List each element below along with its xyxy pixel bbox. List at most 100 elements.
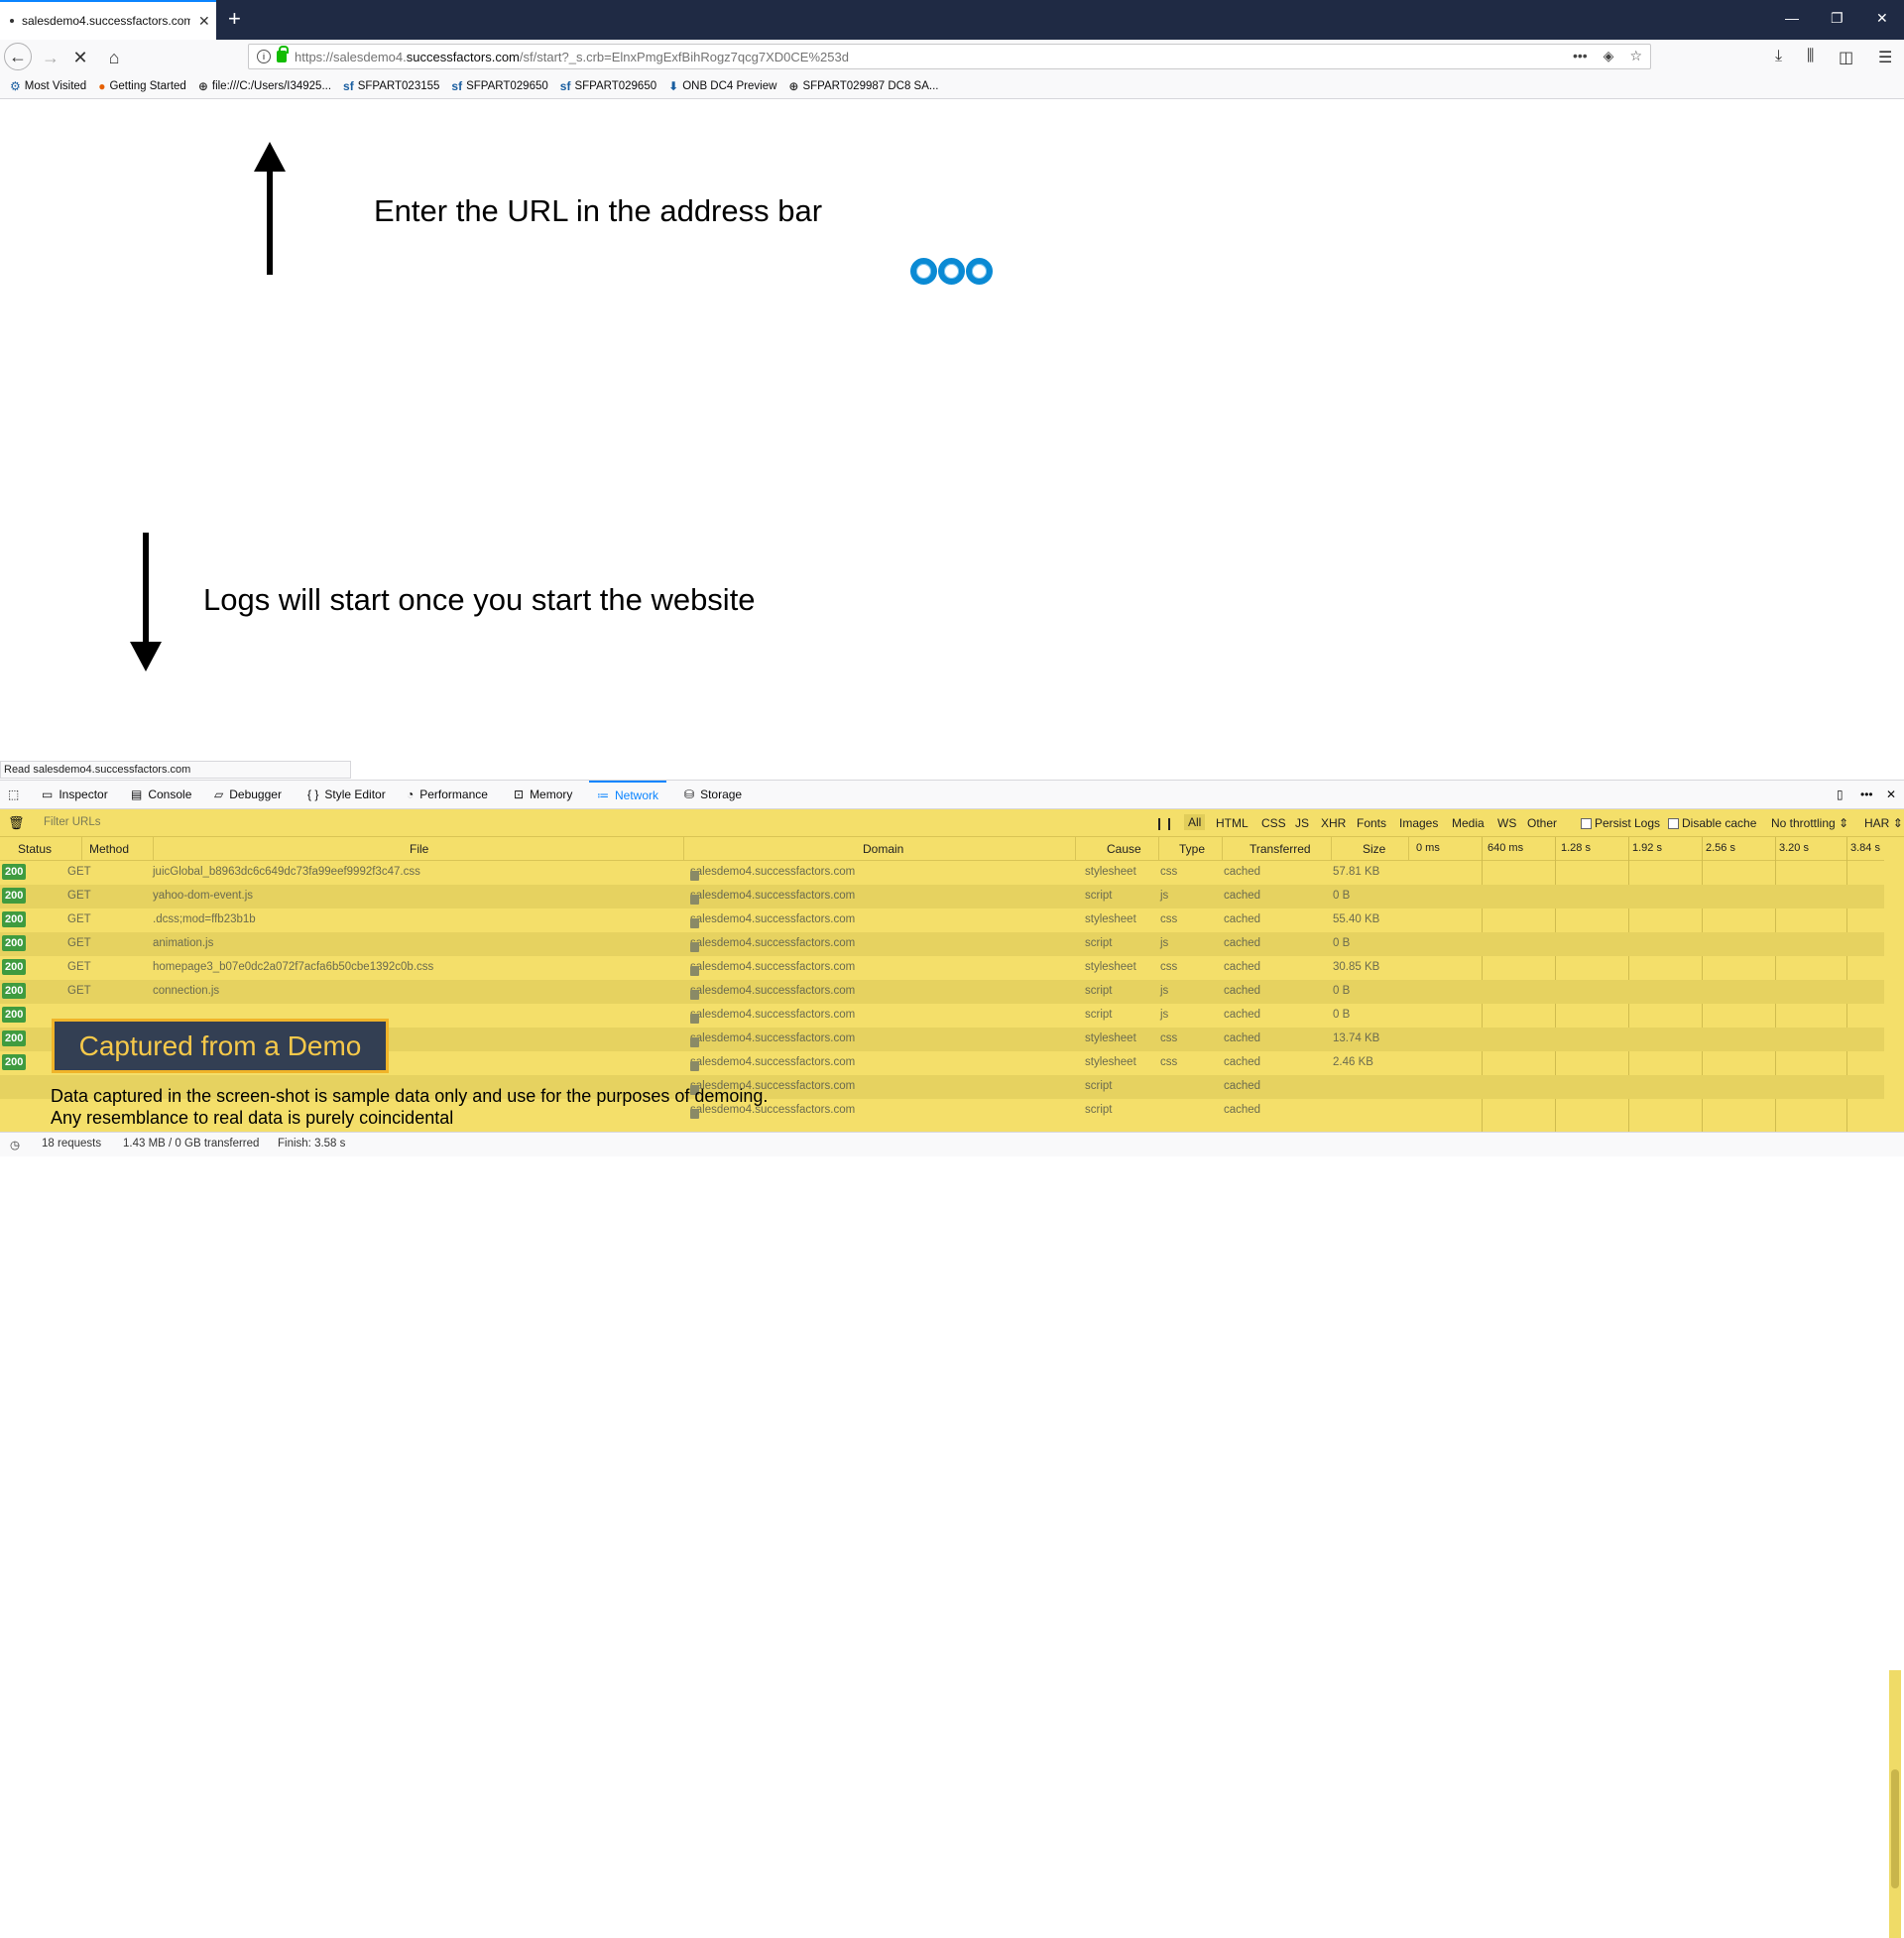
filter-images[interactable]: Images xyxy=(1399,816,1438,830)
pocket-icon[interactable]: ◈ xyxy=(1604,48,1614,64)
bookmark-star-icon[interactable]: ☆ xyxy=(1629,48,1642,64)
forward-icon[interactable]: → xyxy=(38,45,63,70)
request-cause: script xyxy=(1085,985,1113,997)
table-row[interactable]: 200 GET animation.js script js cached 0 B sales… xyxy=(0,932,1884,956)
request-size: 13.74 KB xyxy=(1333,1032,1380,1044)
table-row[interactable]: 200 GET homepage3_b07e0dc2a072f7acfa6b50cb… xyxy=(0,956,1884,980)
element-picker-icon[interactable]: ⬚ xyxy=(8,781,19,808)
scrollbar-thumb[interactable] xyxy=(1891,1769,1899,1888)
timeline-tick: 1.28 s xyxy=(1561,842,1591,854)
request-domain: salesdemo4.successfactors.com xyxy=(690,961,855,976)
new-tab-icon[interactable]: + xyxy=(228,6,241,32)
bookmark-item[interactable]: ⚙ Most Visited xyxy=(10,79,86,93)
filter-urls-input[interactable]: Filter URLs xyxy=(44,816,101,828)
tab-title: salesdemo4.successfactors.com xyxy=(22,14,190,28)
demo-disclaimer: Data captured in the screen-shot is samp… xyxy=(51,1085,768,1129)
column-status[interactable]: Status xyxy=(18,842,52,856)
bookmark-item[interactable]: ⊕ file:///C:/Users/I34925... xyxy=(198,79,331,93)
filter-css[interactable]: CSS xyxy=(1261,816,1286,830)
request-domain: salesdemo4.successfactors.com xyxy=(690,913,855,928)
home-icon[interactable]: ⌂ xyxy=(101,45,127,70)
column-type[interactable]: Type xyxy=(1179,842,1205,856)
downloads-icon[interactable]: ⤓ xyxy=(1775,48,1782,65)
tab-network[interactable]: ≔ Network xyxy=(589,781,667,808)
tab-debugger[interactable]: ▱ Debugger xyxy=(214,781,282,808)
bookmark-item[interactable]: sf SFPART029650 xyxy=(451,79,547,93)
timeline-tick: 640 ms xyxy=(1488,842,1524,854)
back-icon[interactable]: ← xyxy=(4,43,32,70)
filter-js[interactable]: JS xyxy=(1295,816,1309,830)
filter-xhr[interactable]: XHR xyxy=(1321,816,1346,830)
filter-fonts[interactable]: Fonts xyxy=(1357,816,1386,830)
tab-memory[interactable]: ⊡ Memory xyxy=(514,781,572,808)
firefox-icon: ● xyxy=(98,78,106,93)
bookmark-item[interactable]: ● Getting Started xyxy=(98,79,186,93)
menu-icon[interactable]: ☰ xyxy=(1878,48,1892,67)
page-actions-icon[interactable]: ••• xyxy=(1573,48,1588,64)
table-row[interactable]: 200 GET connection.js script js cached 0 B sale… xyxy=(0,980,1884,1004)
throttling-select[interactable]: No throttling ⇕ xyxy=(1771,816,1848,830)
sidebar-icon[interactable]: ◫ xyxy=(1839,48,1853,67)
stop-icon[interactable]: ✕ xyxy=(67,45,93,70)
column-transferred[interactable]: Transferred xyxy=(1250,842,1311,856)
bookmark-item[interactable]: sf SFPART029650 xyxy=(560,79,656,93)
column-domain[interactable]: Domain xyxy=(863,842,903,856)
pause-icon[interactable]: ❙❙ xyxy=(1154,816,1174,830)
tab-close-icon[interactable]: ✕ xyxy=(198,13,210,30)
dock-icon[interactable]: ▯ xyxy=(1837,781,1844,808)
tab-style-editor[interactable]: { } Style Editor xyxy=(307,781,386,808)
window-close-icon[interactable]: ✕ xyxy=(1876,10,1888,27)
network-scrollbar[interactable] xyxy=(1889,1670,1901,1938)
performance-analysis-icon[interactable]: ◷ xyxy=(10,1138,20,1151)
lock-icon xyxy=(690,1037,699,1047)
filter-media[interactable]: Media xyxy=(1452,816,1485,830)
select-arrow-icon: ⇕ xyxy=(1892,816,1903,830)
request-domain-text: salesdemo4.successfactors.com xyxy=(690,1056,856,1068)
request-domain-text: salesdemo4.successfactors.com xyxy=(690,985,856,997)
request-method: GET xyxy=(67,890,91,902)
site-info-icon[interactable]: i xyxy=(257,50,271,63)
table-row[interactable]: 200 GET .dcss;mod=ffb23b1b stylesheet css cac… xyxy=(0,908,1884,932)
request-cause: stylesheet xyxy=(1085,1056,1136,1068)
minimize-icon[interactable]: — xyxy=(1785,10,1799,26)
bookmark-item[interactable]: ⬇ ONB DC4 Preview xyxy=(668,79,776,93)
more-options-icon[interactable]: ••• xyxy=(1860,781,1873,808)
clear-trash-icon[interactable]: 🗑 xyxy=(8,815,25,831)
request-size: 0 B xyxy=(1333,985,1351,997)
request-transferred: cached xyxy=(1224,1104,1261,1116)
transferred-summary: 1.43 MB / 0 GB transferred xyxy=(123,1138,260,1150)
persist-logs-checkbox[interactable]: Persist Logs xyxy=(1581,816,1660,830)
column-cause[interactable]: Cause xyxy=(1107,842,1141,856)
filter-ws[interactable]: WS xyxy=(1497,816,1516,830)
library-icon[interactable]: ⫼ xyxy=(1807,48,1814,65)
request-type: js xyxy=(1160,890,1169,902)
tab-storage[interactable]: ⛁ Storage xyxy=(684,781,742,808)
browser-tab[interactable]: salesdemo4.successfactors.com ✕ xyxy=(0,0,216,40)
filter-other[interactable]: Other xyxy=(1527,816,1557,830)
column-file[interactable]: File xyxy=(410,842,428,856)
tab-inspector[interactable]: ▭ Inspector xyxy=(42,781,108,808)
har-menu[interactable]: HAR ⇕ xyxy=(1864,816,1903,830)
bookmark-item[interactable]: sf SFPART023155 xyxy=(343,79,439,93)
table-row[interactable]: 200 GET yahoo-dom-event.js script js cached 0 … xyxy=(0,885,1884,908)
column-method[interactable]: Method xyxy=(89,842,129,856)
request-type: js xyxy=(1160,937,1169,949)
column-size[interactable]: Size xyxy=(1363,842,1385,856)
restore-icon[interactable]: ❐ xyxy=(1831,10,1844,27)
bookmark-item[interactable]: ⊕ SFPART029987 DC8 SA... xyxy=(788,79,938,93)
bookmarks-toolbar: ⚙ Most Visited ● Getting Started ⊕ file:///… xyxy=(0,73,1904,99)
filter-html[interactable]: HTML xyxy=(1216,816,1249,830)
request-size: 2.46 KB xyxy=(1333,1056,1373,1068)
arrow-down-shaft xyxy=(143,533,149,644)
style-editor-icon: { } xyxy=(307,787,319,801)
demo-label-banner: Captured from a Demo xyxy=(52,1019,389,1073)
close-devtools-icon[interactable]: ✕ xyxy=(1886,781,1896,808)
tab-performance[interactable]: ◔ Performance xyxy=(407,781,488,808)
address-bar[interactable]: i https://salesdemo4.successfactors.com/… xyxy=(248,44,1651,69)
tab-console[interactable]: ▤ Console xyxy=(131,781,191,808)
lock-icon xyxy=(690,918,699,928)
gear-icon: ⚙ xyxy=(10,78,21,93)
table-row[interactable]: 200 GET juicGlobal_b8963dc6c649dc73fa99eef… xyxy=(0,861,1884,885)
disable-cache-checkbox[interactable]: Disable cache xyxy=(1668,816,1756,830)
filter-all[interactable]: All xyxy=(1184,814,1206,830)
